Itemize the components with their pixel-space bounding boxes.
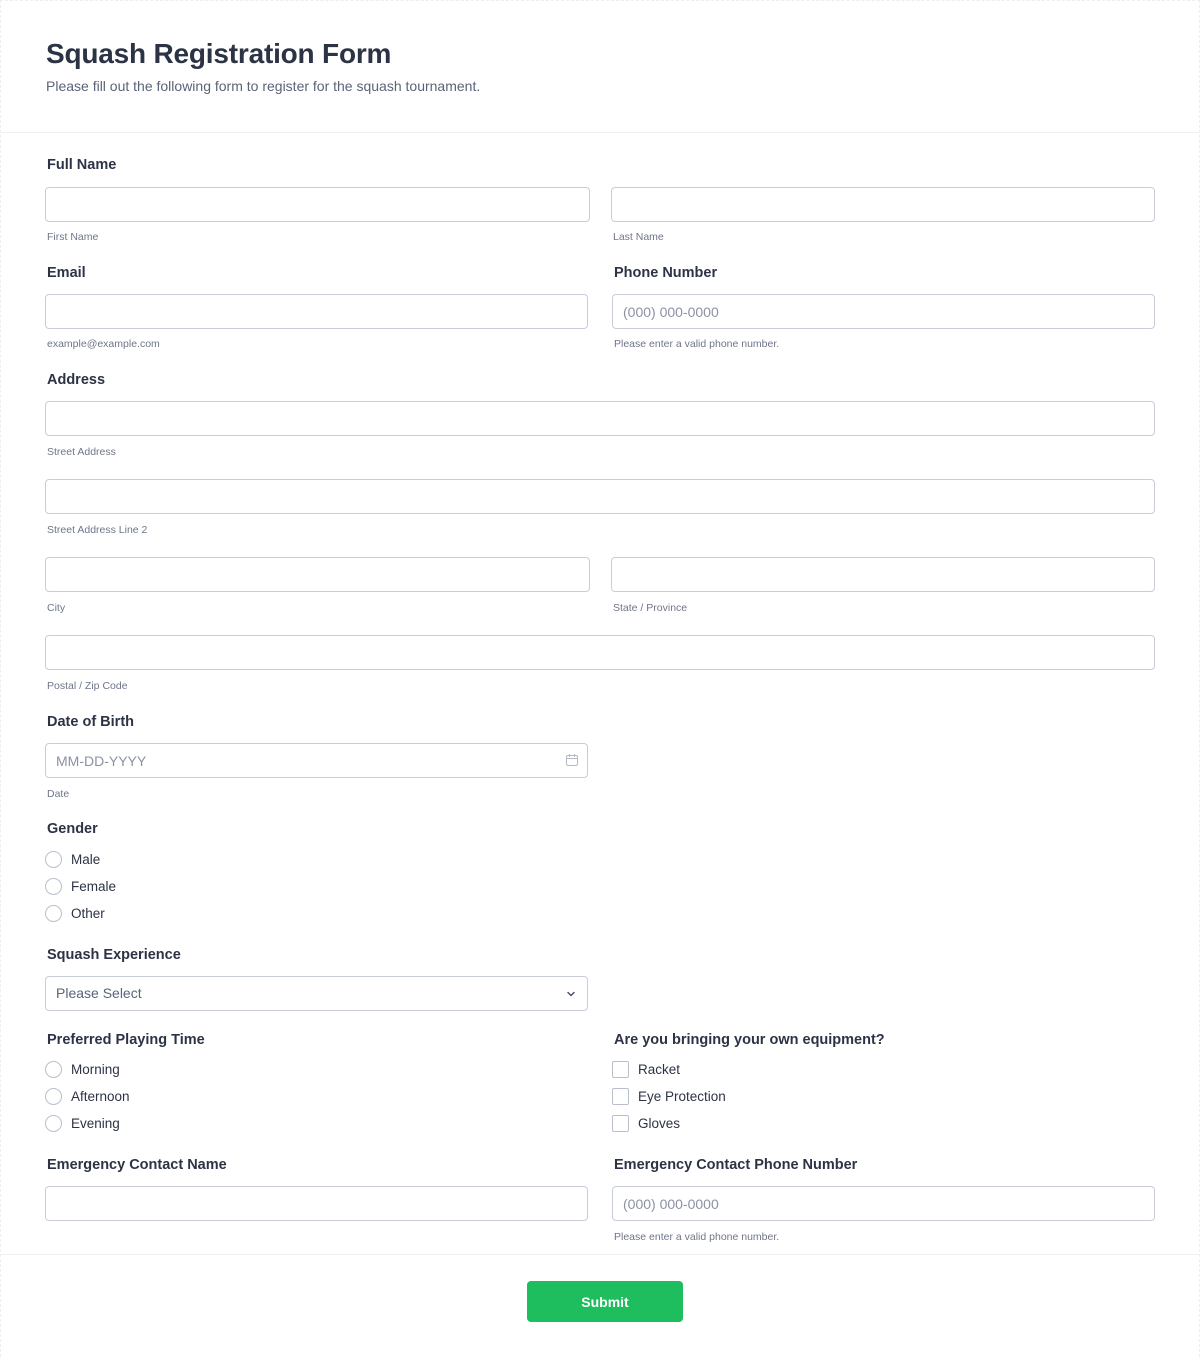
equipment-option-racket[interactable]: Racket: [612, 1061, 680, 1078]
gender-option-male[interactable]: Male: [45, 851, 100, 868]
playing-time-label: Preferred Playing Time: [47, 1032, 205, 1048]
email-input[interactable]: [45, 294, 588, 329]
city-input[interactable]: [45, 557, 590, 592]
full-name-label: Full Name: [47, 157, 117, 173]
playing-time-option-evening[interactable]: Evening: [45, 1115, 120, 1132]
emergency-phone-input[interactable]: [612, 1186, 1155, 1221]
radio-button[interactable]: [45, 1088, 62, 1105]
dob-sublabel: Date: [47, 788, 70, 800]
zip-input[interactable]: [45, 635, 1155, 670]
form-subtitle: Please fill out the following form to re…: [46, 78, 481, 94]
gender-option-female[interactable]: Female: [45, 878, 116, 895]
calendar-icon[interactable]: [565, 753, 579, 767]
playing-time-option-morning[interactable]: Morning: [45, 1061, 120, 1078]
submit-button[interactable]: Submit: [527, 1281, 683, 1322]
dob-input[interactable]: [45, 743, 588, 778]
option-label: Gloves: [638, 1116, 681, 1131]
phone-label: Phone Number: [614, 265, 718, 281]
first-name-sublabel: First Name: [47, 231, 99, 243]
zip-sublabel: Postal / Zip Code: [47, 680, 128, 692]
playing-time-option-afternoon[interactable]: Afternoon: [45, 1088, 130, 1105]
state-input[interactable]: [611, 557, 1155, 592]
checkbox[interactable]: [612, 1115, 629, 1132]
checkbox[interactable]: [612, 1061, 629, 1078]
checkbox[interactable]: [612, 1088, 629, 1105]
email-sublabel: example@example.com: [47, 338, 160, 350]
email-label: Email: [47, 265, 86, 281]
equipment-label: Are you bringing your own equipment?: [614, 1032, 885, 1048]
emergency-name-input[interactable]: [45, 1186, 588, 1221]
option-label: Afternoon: [71, 1089, 130, 1104]
last-name-input[interactable]: [611, 187, 1155, 222]
city-sublabel: City: [47, 602, 66, 614]
option-label: Male: [71, 852, 101, 867]
radio-button[interactable]: [45, 1115, 62, 1132]
option-label: Female: [71, 879, 117, 894]
experience-selected-value: Please Select: [56, 985, 142, 1001]
last-name-sublabel: Last Name: [613, 231, 664, 243]
radio-button[interactable]: [45, 851, 62, 868]
emergency-phone-label: Emergency Contact Phone Number: [614, 1157, 858, 1173]
first-name-input[interactable]: [45, 187, 590, 222]
street-address-line2-sublabel: Street Address Line 2: [47, 524, 148, 536]
chevron-down-icon: [567, 991, 575, 997]
equipment-option-gloves[interactable]: Gloves: [612, 1115, 680, 1132]
option-label: Other: [71, 906, 105, 921]
phone-sublabel: Please enter a valid phone number.: [614, 338, 780, 350]
phone-input[interactable]: [612, 294, 1155, 329]
emergency-phone-sublabel: Please enter a valid phone number.: [614, 1231, 780, 1243]
form-header: Squash Registration Form Please fill out…: [0, 0, 1200, 133]
street-address-sublabel: Street Address: [47, 446, 116, 458]
option-label: Evening: [71, 1116, 120, 1131]
address-label: Address: [47, 372, 106, 388]
gender-option-other[interactable]: Other: [45, 905, 105, 922]
street-address-line2-input[interactable]: [45, 479, 1155, 514]
radio-button[interactable]: [45, 905, 62, 922]
dob-label: Date of Birth: [47, 714, 134, 730]
option-label: Eye Protection: [638, 1089, 726, 1104]
experience-label: Squash Experience: [47, 947, 181, 963]
form-title: Squash Registration Form: [46, 38, 392, 69]
radio-button[interactable]: [45, 878, 62, 895]
experience-select[interactable]: Please Select: [45, 976, 588, 1011]
emergency-name-label: Emergency Contact Name: [47, 1157, 227, 1173]
gender-label: Gender: [47, 821, 98, 837]
option-label: Racket: [638, 1062, 681, 1077]
street-address-input[interactable]: [45, 401, 1155, 436]
state-sublabel: State / Province: [613, 602, 688, 614]
equipment-option-eye-protection[interactable]: Eye Protection: [612, 1088, 726, 1105]
footer-divider: [0, 1254, 1200, 1255]
option-label: Morning: [71, 1062, 120, 1077]
radio-button[interactable]: [45, 1061, 62, 1078]
